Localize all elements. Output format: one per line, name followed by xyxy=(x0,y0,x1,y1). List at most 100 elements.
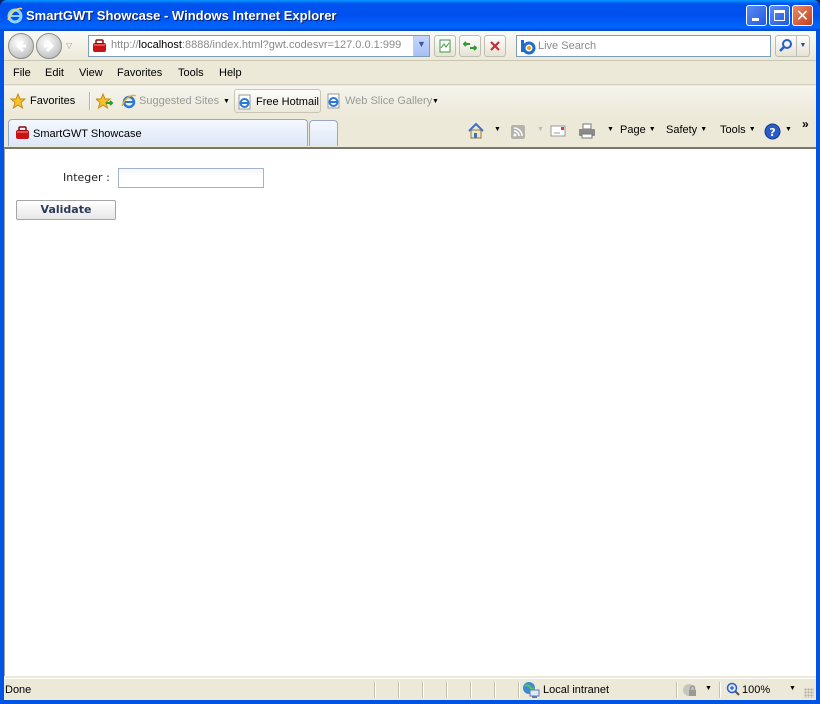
zoom-level-label: 100% xyxy=(742,684,771,696)
print-button[interactable]: ▼ xyxy=(578,122,614,140)
tools-menu-button[interactable]: Tools ▼ xyxy=(720,124,756,142)
help-question-icon: ? xyxy=(764,123,781,140)
star-icon xyxy=(10,93,26,109)
navigation-bar: ▽ http://localhost:8888/index.html?gwt.c… xyxy=(4,31,816,61)
ie-page-icon xyxy=(121,94,137,109)
suggested-sites-label: Suggested Sites xyxy=(139,95,220,107)
validate-button[interactable]: Validate xyxy=(16,200,116,220)
status-pane-separator xyxy=(422,682,424,698)
home-button[interactable]: ▼ xyxy=(467,122,501,140)
forward-button[interactable] xyxy=(36,33,62,59)
browser-window: SmartGWT Showcase - Windows Internet Exp… xyxy=(0,0,820,704)
recent-pages-dropdown[interactable]: ▽ xyxy=(66,41,72,50)
refresh-button[interactable] xyxy=(459,35,481,57)
address-url[interactable]: http://localhost:8888/index.html?gwt.cod… xyxy=(111,39,415,51)
status-bar: Done Local intranet ▼ ▼ 100% xyxy=(4,678,816,700)
status-pane-separator xyxy=(398,682,400,698)
help-dropdown-caret-icon: ▼ xyxy=(785,126,792,133)
safety-menu-label: Safety xyxy=(666,124,698,136)
protected-mode-button[interactable]: ▼ xyxy=(682,682,714,698)
svg-text:?: ? xyxy=(769,126,775,139)
menu-tools[interactable]: Tools xyxy=(178,67,204,79)
dropdown-caret-icon: ▼ xyxy=(223,98,230,105)
new-tab-button[interactable] xyxy=(309,120,338,146)
url-scheme: http:// xyxy=(111,39,139,51)
feeds-dropdown-caret-icon: ▼ xyxy=(537,126,544,133)
status-pane-separator xyxy=(494,682,496,698)
tab-smartgwt-showcase[interactable]: SmartGWT Showcase xyxy=(8,119,308,146)
url-host: localhost xyxy=(138,39,182,51)
security-zone-label: Local intranet xyxy=(543,684,610,696)
zoom-magnifier-icon xyxy=(726,682,740,696)
forward-arrow-icon xyxy=(44,39,55,53)
tools-menu-label: Tools xyxy=(720,124,746,136)
menu-favorites[interactable]: Favorites xyxy=(117,67,162,79)
favorites-bar: Favorites Suggested Sites ▼ Free Hotmail… xyxy=(4,86,816,116)
integer-input[interactable] xyxy=(118,168,264,188)
window-title: SmartGWT Showcase - Windows Internet Exp… xyxy=(26,8,337,23)
status-pane-separator xyxy=(374,682,376,698)
back-arrow-icon xyxy=(15,39,26,53)
suggested-sites-link[interactable]: Suggested Sites ▼ xyxy=(120,89,232,113)
chevron-down-icon: ▼ xyxy=(748,126,756,133)
ie-page-icon xyxy=(238,94,251,110)
search-magnifier-icon xyxy=(779,39,792,52)
maximize-button[interactable] xyxy=(769,5,790,26)
stop-button[interactable] xyxy=(484,35,506,57)
status-text: Done xyxy=(5,684,32,696)
refresh-icon xyxy=(463,41,477,51)
status-pane-separator xyxy=(470,682,472,698)
title-bar[interactable]: SmartGWT Showcase - Windows Internet Exp… xyxy=(0,0,820,31)
add-to-favorites-bar-button[interactable] xyxy=(94,89,116,113)
internet-explorer-icon xyxy=(7,7,23,24)
search-box[interactable] xyxy=(516,35,771,57)
menu-view[interactable]: View xyxy=(79,67,103,79)
toolbar-separator xyxy=(89,92,91,110)
search-input[interactable] xyxy=(538,38,766,54)
web-slice-gallery-label: Web Slice Gallery xyxy=(345,95,433,107)
stop-x-icon xyxy=(490,41,500,51)
toolbar-overflow-button[interactable]: » xyxy=(802,117,809,131)
print-dropdown-caret-icon[interactable]: ▼ xyxy=(607,126,614,133)
chevron-down-icon: ▼ xyxy=(648,126,656,133)
feeds-button[interactable]: ▼ xyxy=(510,122,544,140)
close-icon: ✕ xyxy=(795,6,810,25)
tab-row: SmartGWT Showcase ▼ ▼ ▼ Page ▼ Safety ▼ To… xyxy=(4,116,816,146)
web-slice-gallery-link[interactable]: Web Slice Gallery ▼ xyxy=(325,89,440,113)
status-pane-separator xyxy=(676,682,678,698)
close-window-button[interactable]: ✕ xyxy=(792,5,813,26)
dropdown-caret-icon: ▼ xyxy=(432,98,439,105)
site-favicon-toolbox-icon xyxy=(93,39,106,52)
free-hotmail-link[interactable]: Free Hotmail xyxy=(234,89,321,113)
address-bar[interactable]: http://localhost:8888/index.html?gwt.cod… xyxy=(88,35,430,57)
favorites-button[interactable]: Favorites xyxy=(8,89,88,113)
resize-grip[interactable] xyxy=(804,688,814,698)
compatibility-view-button[interactable] xyxy=(434,35,456,57)
integer-label: Integer : xyxy=(63,171,110,184)
security-zone[interactable]: Local intranet xyxy=(522,681,609,702)
page-menu-button[interactable]: Page ▼ xyxy=(620,124,656,142)
safety-menu-button[interactable]: Safety ▼ xyxy=(666,124,707,142)
menu-bar: File Edit View Favorites Tools Help xyxy=(4,62,816,85)
page-viewport: Integer : Validate xyxy=(4,147,816,676)
menu-edit[interactable]: Edit xyxy=(45,67,64,79)
back-button[interactable] xyxy=(8,33,34,59)
address-dropdown-button[interactable]: ▼ xyxy=(413,36,429,56)
add-favorite-star-icon xyxy=(96,93,114,109)
search-options-dropdown[interactable]: ▼ xyxy=(797,35,810,57)
menu-help[interactable]: Help xyxy=(219,67,242,79)
chevron-down-icon: ▼ xyxy=(705,685,712,692)
home-dropdown-caret-icon[interactable]: ▼ xyxy=(494,126,501,133)
search-button[interactable] xyxy=(775,35,797,57)
read-mail-button[interactable] xyxy=(550,122,568,140)
toolbox-favicon-icon xyxy=(16,126,29,139)
minimize-button[interactable] xyxy=(746,5,767,26)
menu-file[interactable]: File xyxy=(13,67,31,79)
page-menu-label: Page xyxy=(620,124,646,136)
help-menu-button[interactable]: ? ▼ xyxy=(764,122,792,140)
status-pane-separator xyxy=(719,682,721,698)
browser-client: ▽ http://localhost:8888/index.html?gwt.c… xyxy=(4,31,816,700)
mail-envelope-icon xyxy=(550,125,566,137)
rss-feed-icon xyxy=(511,125,525,139)
home-icon xyxy=(468,122,484,139)
